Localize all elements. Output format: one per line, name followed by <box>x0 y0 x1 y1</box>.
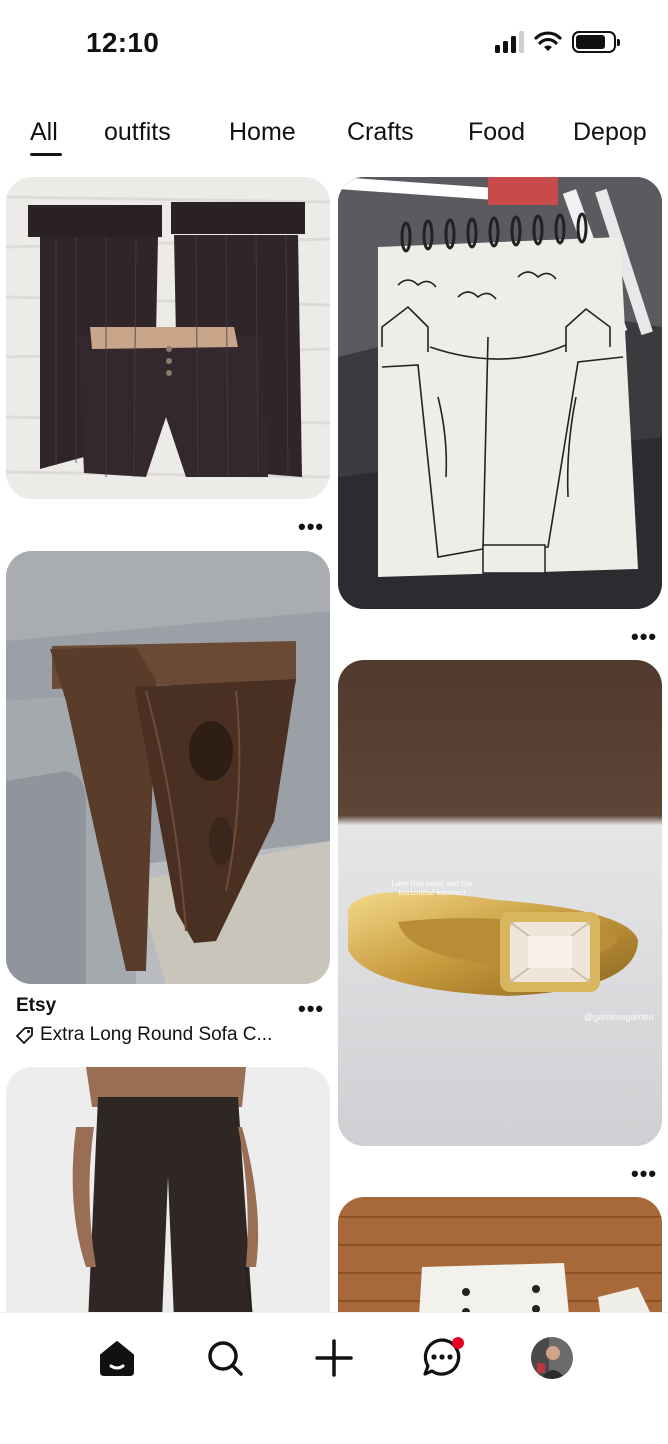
tab-crafts[interactable]: Crafts <box>347 118 414 147</box>
pin-image-sketchbook[interactable] <box>338 177 662 609</box>
bottom-navigation <box>0 1312 668 1444</box>
search-icon <box>208 1341 243 1376</box>
pin-more-button[interactable]: ••• <box>631 626 657 648</box>
nav-search[interactable] <box>200 1333 250 1383</box>
pin-watermark: @gardensgarden <box>584 1012 654 1022</box>
tab-all[interactable]: All <box>30 118 58 147</box>
status-time: 12:10 <box>86 27 160 58</box>
pin-product-link[interactable]: Extra Long Round Sofa C... <box>16 1024 272 1046</box>
status-icons <box>495 31 620 53</box>
tab-home[interactable]: Home <box>229 118 296 147</box>
pin-more-button[interactable]: ••• <box>631 1163 657 1185</box>
nav-home[interactable] <box>92 1333 142 1383</box>
battery-icon <box>572 31 620 53</box>
pin-image-gold-ring[interactable]: Love this band and the horizontal emeral… <box>338 660 662 1146</box>
messages-icon <box>423 1337 464 1376</box>
pin-product-title: Extra Long Round Sofa C... <box>40 1024 273 1045</box>
tab-food[interactable]: Food <box>468 118 525 147</box>
pin-source-label: Etsy <box>16 995 57 1016</box>
active-tab-indicator <box>30 153 62 156</box>
nav-messages[interactable] <box>418 1333 468 1383</box>
pin-overlay-text: Love this band and the horizontal emeral… <box>391 880 473 898</box>
pin-image-walnut-sofa-table[interactable] <box>6 551 330 984</box>
pin-image-pinstripe-trousers[interactable] <box>6 177 330 499</box>
pin-more-button[interactable]: ••• <box>298 516 324 538</box>
cellular-signal-icon <box>495 31 524 53</box>
nav-profile[interactable] <box>527 1333 577 1383</box>
profile-avatar <box>531 1337 573 1379</box>
status-bar: 12:10 <box>0 0 668 90</box>
category-tabs: All outfits Home Crafts Food Depop <box>0 110 668 160</box>
notification-dot <box>452 1337 464 1349</box>
tab-depop[interactable]: Depop <box>573 118 647 147</box>
home-icon <box>100 1341 134 1376</box>
nav-create[interactable] <box>309 1333 359 1383</box>
wifi-icon <box>534 31 562 51</box>
create-icon <box>315 1339 353 1377</box>
pin-more-button[interactable]: ••• <box>298 998 324 1020</box>
tab-outfits[interactable]: outfits <box>104 118 171 147</box>
price-tag-icon <box>16 1027 33 1044</box>
